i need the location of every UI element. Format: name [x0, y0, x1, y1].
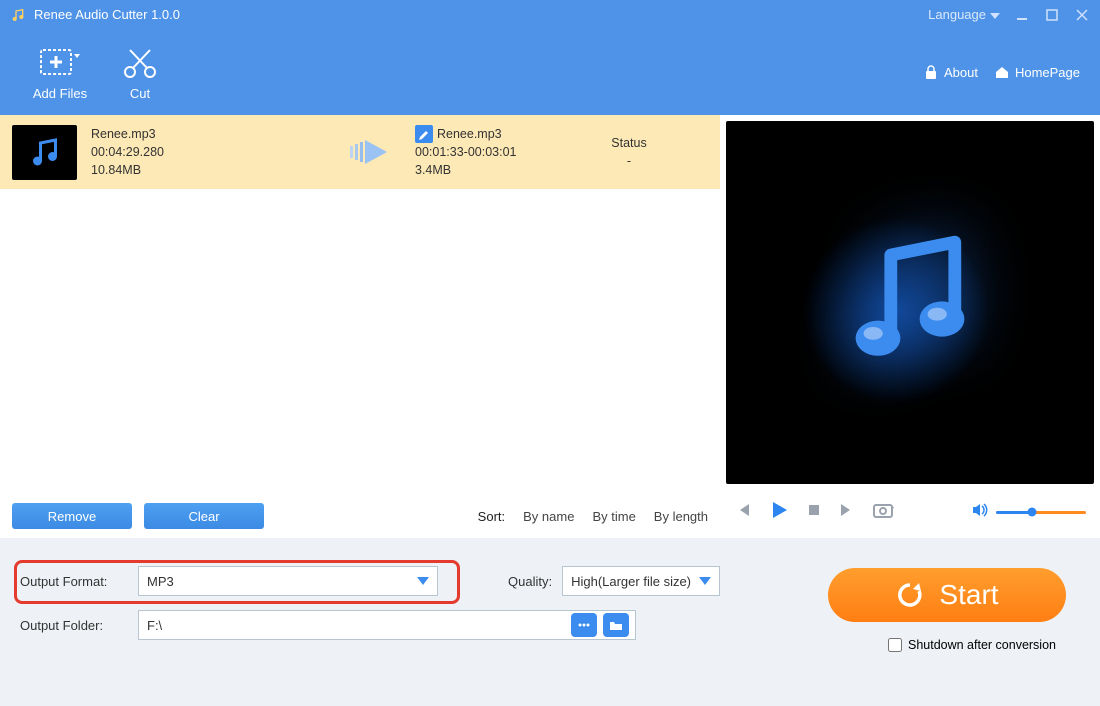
file-panel: Renee.mp3 00:04:29.280 10.84MB Renee.mp3… [0, 115, 720, 538]
browse-button[interactable] [571, 613, 597, 637]
source-name: Renee.mp3 [91, 125, 331, 143]
content-area: Renee.mp3 00:04:29.280 10.84MB Renee.mp3… [0, 115, 1100, 538]
quality-label: Quality: [508, 574, 552, 589]
app-logo-icon [10, 7, 26, 23]
edit-icon [415, 125, 433, 143]
playback-controls [726, 484, 1094, 532]
chevron-down-icon [699, 577, 711, 585]
start-button[interactable]: Start [828, 568, 1066, 622]
play-button[interactable] [768, 499, 790, 526]
open-folder-button[interactable] [603, 613, 629, 637]
music-note-icon [830, 223, 990, 383]
add-files-label: Add Files [33, 86, 87, 101]
preview-panel [720, 115, 1100, 538]
file-row[interactable]: Renee.mp3 00:04:29.280 10.84MB Renee.mp3… [0, 115, 720, 189]
home-icon [994, 64, 1010, 80]
about-link[interactable]: About [923, 64, 978, 80]
status-label: Status [589, 134, 669, 152]
toolbar: Add Files Cut About HomePage [0, 29, 1100, 115]
output-folder-label: Output Folder: [20, 618, 128, 633]
lock-icon [923, 64, 939, 80]
output-format-select[interactable]: MP3 [138, 566, 438, 596]
source-size: 10.84MB [91, 161, 331, 179]
file-list: Renee.mp3 00:04:29.280 10.84MB Renee.mp3… [0, 115, 720, 494]
sort-label: Sort: [478, 509, 505, 524]
quality-select[interactable]: High(Larger file size) [562, 566, 720, 596]
minimize-button[interactable] [1014, 7, 1030, 23]
shutdown-checkbox[interactable]: Shutdown after conversion [888, 638, 1056, 652]
add-files-icon [37, 44, 83, 82]
cut-button[interactable]: Cut [100, 44, 180, 101]
status-column: Status - [589, 134, 669, 170]
remove-button[interactable]: Remove [12, 503, 132, 529]
quality-value: High(Larger file size) [571, 574, 691, 589]
sort-by-time[interactable]: By time [592, 509, 635, 524]
sort-bar: Sort: By name By time By length [478, 509, 708, 524]
volume-slider[interactable] [996, 511, 1086, 514]
prev-button[interactable] [734, 501, 752, 524]
output-range: 00:01:33-00:03:01 [415, 143, 575, 161]
source-info: Renee.mp3 00:04:29.280 10.84MB [91, 125, 331, 179]
volume-icon[interactable] [970, 501, 988, 524]
add-files-button[interactable]: Add Files [20, 44, 100, 101]
chevron-down-icon [417, 577, 429, 585]
sort-by-name[interactable]: By name [523, 509, 574, 524]
sort-by-length[interactable]: By length [654, 509, 708, 524]
next-button[interactable] [838, 501, 856, 524]
output-folder-value: F:\ [147, 618, 565, 633]
close-button[interactable] [1074, 7, 1090, 23]
language-selector[interactable]: Language [928, 7, 1000, 22]
preview-area [726, 121, 1094, 484]
titlebar: Renee Audio Cutter 1.0.0 Language [0, 0, 1100, 29]
output-format-value: MP3 [147, 574, 174, 589]
maximize-button[interactable] [1044, 7, 1060, 23]
output-folder-input[interactable]: F:\ [138, 610, 636, 640]
refresh-icon [895, 580, 925, 610]
file-thumbnail [12, 125, 77, 180]
homepage-link[interactable]: HomePage [994, 64, 1080, 80]
source-duration: 00:04:29.280 [91, 143, 331, 161]
arrow-icon [345, 138, 401, 166]
status-value: - [589, 152, 669, 170]
output-name: Renee.mp3 [437, 127, 502, 141]
cut-label: Cut [130, 86, 150, 101]
output-info: Renee.mp3 00:01:33-00:03:01 3.4MB [415, 125, 575, 180]
output-settings: Output Format: MP3 Quality: High(Larger … [0, 538, 1100, 706]
shutdown-label: Shutdown after conversion [908, 638, 1056, 652]
start-label: Start [939, 579, 998, 611]
chevron-down-icon [990, 13, 1000, 19]
stop-button[interactable] [806, 502, 822, 523]
app-title: Renee Audio Cutter 1.0.0 [34, 7, 180, 22]
list-footer: Remove Clear Sort: By name By time By le… [0, 494, 720, 538]
shutdown-input[interactable] [888, 638, 902, 652]
scissors-icon [120, 44, 160, 82]
output-size: 3.4MB [415, 161, 575, 179]
output-format-label: Output Format: [20, 574, 128, 589]
clear-button[interactable]: Clear [144, 503, 264, 529]
snapshot-button[interactable] [872, 501, 894, 524]
